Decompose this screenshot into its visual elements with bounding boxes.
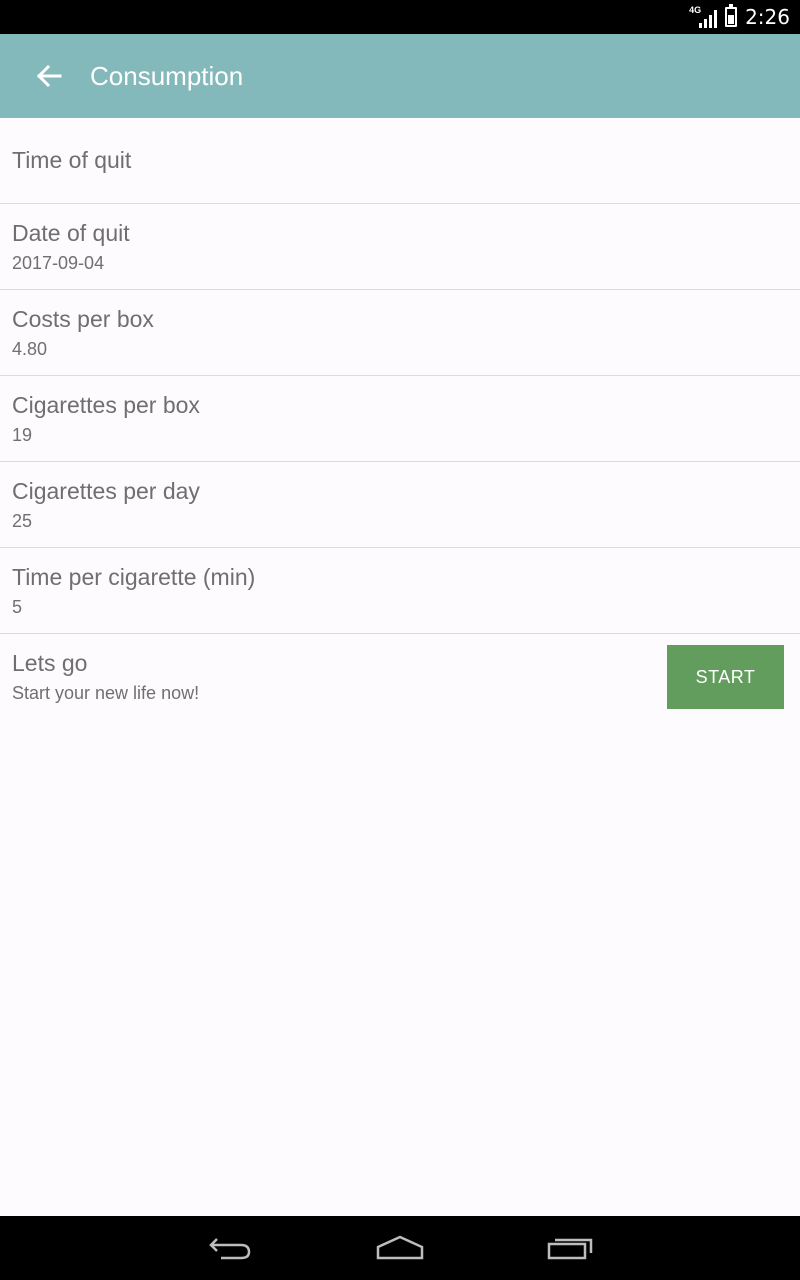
back-button[interactable]: [16, 34, 82, 118]
arrow-left-icon: [36, 65, 62, 87]
app-bar: Consumption: [0, 34, 800, 118]
setting-time-per-cigarette[interactable]: Time per cigarette (min) 5: [0, 548, 800, 634]
setting-time-of-quit[interactable]: Time of quit: [0, 118, 800, 204]
setting-title: Time per cigarette (min): [12, 563, 256, 590]
nav-recents-button[interactable]: [540, 1228, 600, 1268]
start-button[interactable]: START: [667, 645, 784, 709]
network-signal-icon: 4G: [689, 5, 718, 28]
back-icon: [209, 1238, 251, 1260]
setting-value: 4.80: [12, 338, 48, 359]
lets-go-subtitle: Start your new life now!: [12, 683, 200, 703]
setting-title: Time of quit: [12, 147, 132, 173]
settings-list: Time of quit Date of quit 2017-09-04 Cos…: [0, 118, 800, 720]
setting-title: Cigarettes per box: [12, 391, 200, 418]
setting-title: Costs per box: [12, 305, 154, 332]
battery-icon: [725, 4, 738, 27]
setting-title: Cigarettes per day: [12, 477, 200, 504]
setting-costs-per-box[interactable]: Costs per box 4.80: [0, 290, 800, 376]
setting-value: 25: [12, 510, 33, 531]
setting-cigarettes-per-day[interactable]: Cigarettes per day 25: [0, 462, 800, 548]
lets-go-title: Lets go: [12, 650, 88, 676]
setting-title: Date of quit: [12, 219, 130, 246]
network-type-label: 4G: [689, 5, 702, 15]
navigation-bar: [0, 1216, 800, 1280]
status-time: 2:26: [745, 5, 790, 29]
nav-home-button[interactable]: [370, 1228, 430, 1268]
setting-cigarettes-per-box[interactable]: Cigarettes per box 19: [0, 376, 800, 462]
recents-icon: [547, 1238, 593, 1260]
status-bar: 4G 2:26: [0, 0, 800, 34]
setting-date-of-quit[interactable]: Date of quit 2017-09-04: [0, 204, 800, 290]
setting-value: 2017-09-04: [12, 252, 105, 273]
setting-value: 19: [12, 424, 33, 445]
home-icon: [376, 1235, 424, 1260]
page-title: Consumption: [90, 60, 244, 91]
lets-go-row: Lets go Start your new life now! START: [0, 634, 800, 720]
setting-value: 5: [12, 596, 23, 617]
nav-back-button[interactable]: [200, 1228, 260, 1268]
